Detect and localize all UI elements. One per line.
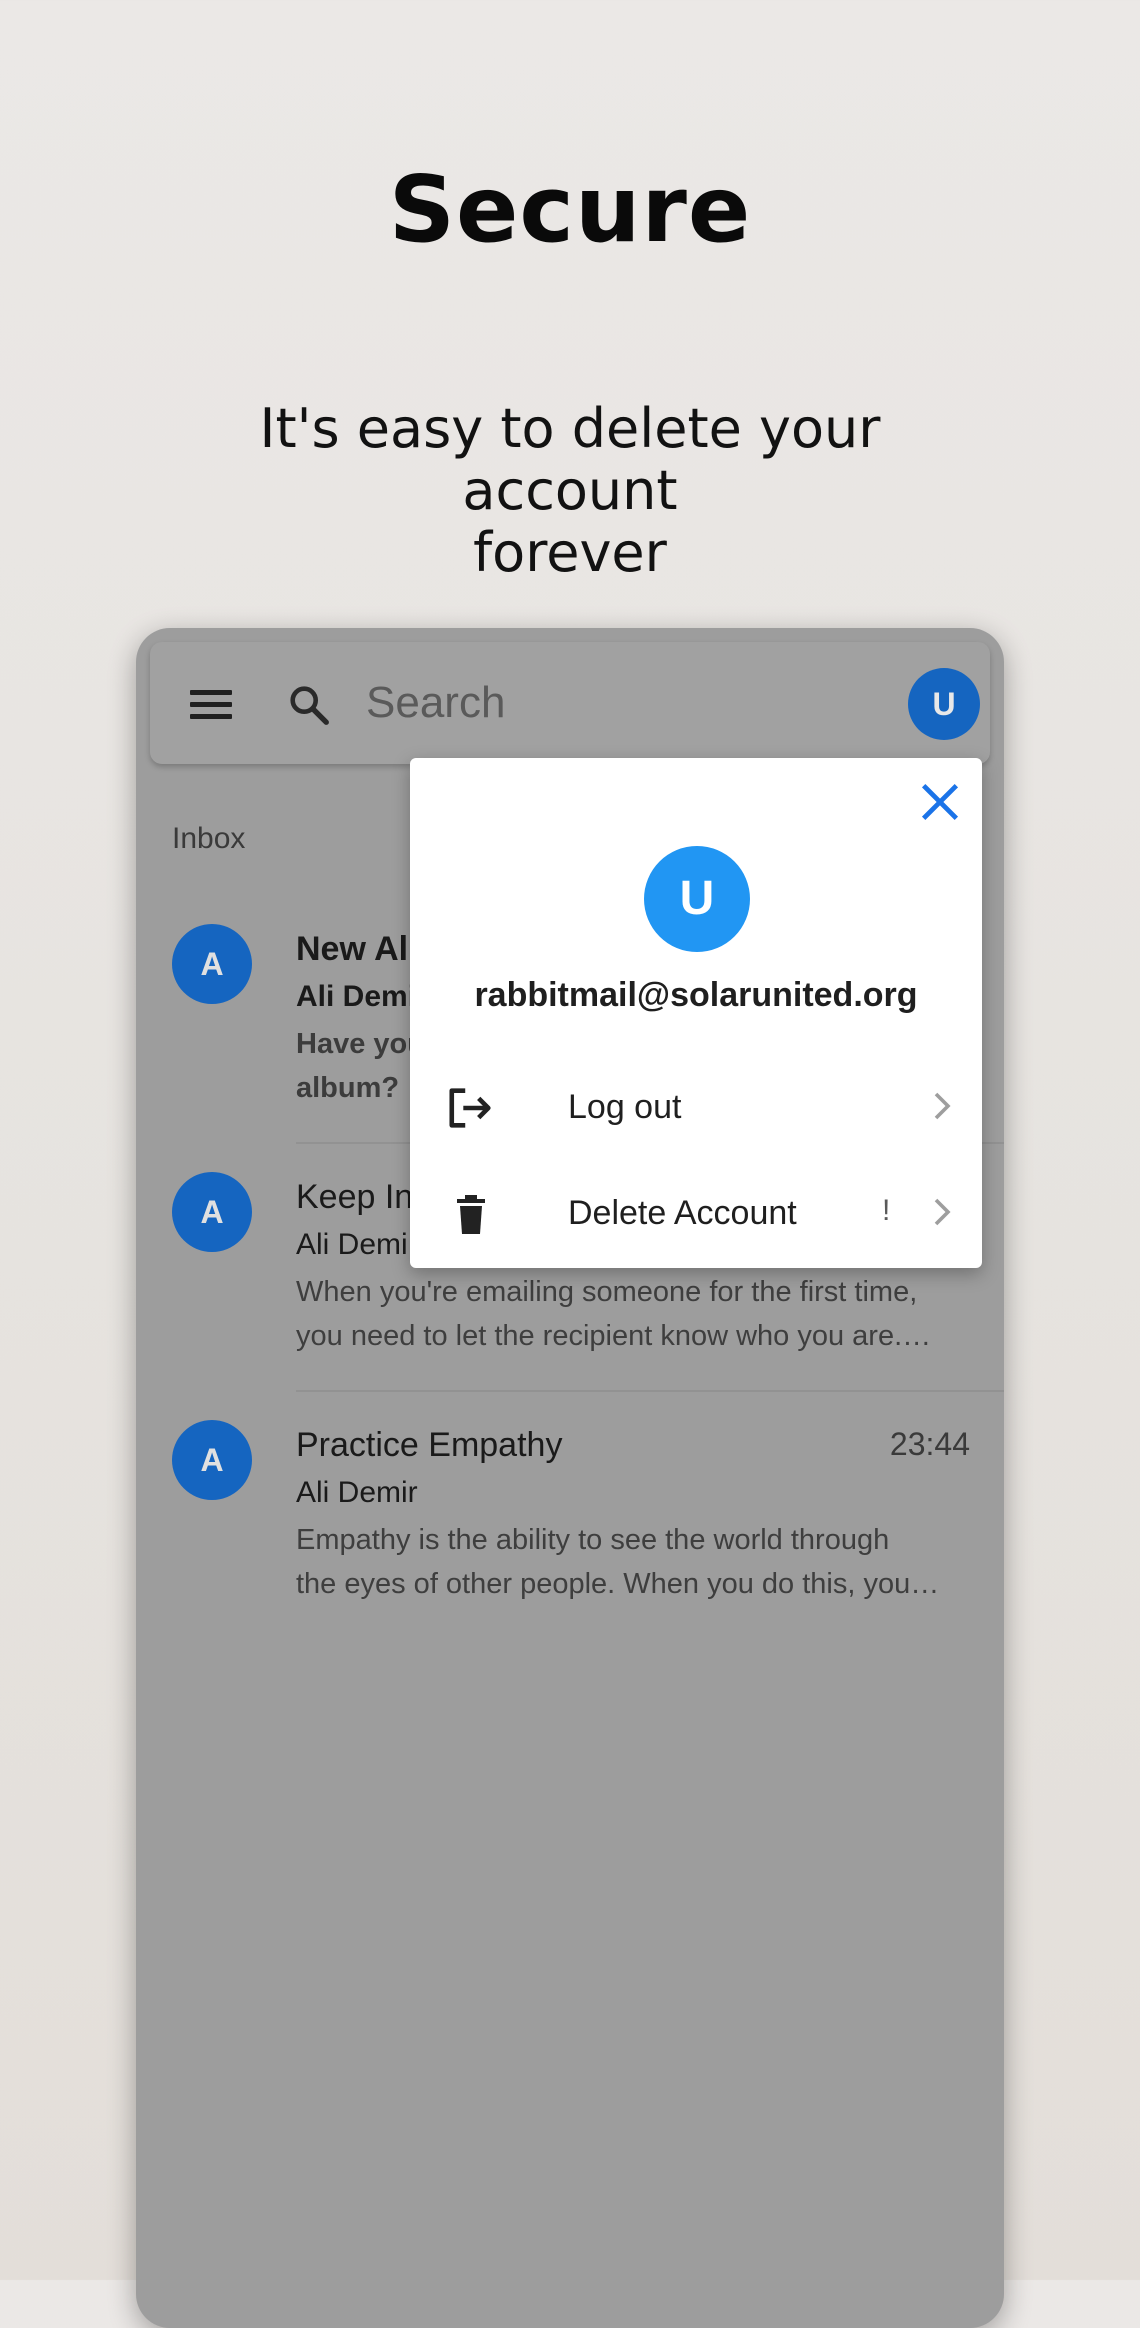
- list-divider: [296, 1390, 1004, 1392]
- sender-avatar: A: [172, 1172, 252, 1252]
- search-bar[interactable]: Search U: [150, 642, 990, 764]
- email-preview-line: you need to let the recipient know who y…: [296, 1320, 932, 1352]
- email-subject: New Al: [296, 930, 409, 968]
- search-input[interactable]: Search: [366, 678, 505, 728]
- logout-label: Log out: [568, 1088, 682, 1126]
- chevron-right-icon: [934, 1198, 951, 1226]
- email-preview: When you're emailing someone for the fir…: [296, 1270, 976, 1358]
- email-preview: Empathy is the ability to see the world …: [296, 1518, 976, 1606]
- warning-icon: !: [882, 1194, 891, 1227]
- email-preview-line: the eyes of other people. When you do th…: [296, 1568, 940, 1600]
- email-list-item[interactable]: A Practice Empathy 23:44 Ali Demir Empat…: [136, 1420, 1004, 1668]
- logout-icon: [449, 1088, 491, 1128]
- hamburger-menu-icon[interactable]: [190, 690, 232, 720]
- promo-subtitle-line1: It's easy to delete your account: [259, 397, 881, 522]
- account-email: rabbitmail@solarunited.org: [474, 976, 918, 1014]
- promo-subtitle-line2: forever: [473, 521, 667, 584]
- trash-icon: [457, 1195, 485, 1234]
- email-preview-line: Empathy is the ability to see the world …: [296, 1524, 890, 1556]
- logout-button[interactable]: Log out: [410, 1058, 982, 1158]
- search-icon: [290, 686, 329, 725]
- email-preview-line: When you're emailing someone for the fir…: [296, 1276, 918, 1308]
- account-popup: U rabbitmail@solarunited.org Log out Del…: [410, 758, 982, 1268]
- popup-avatar: U: [644, 846, 750, 952]
- email-sender: Ali Demi: [296, 980, 417, 1013]
- delete-account-label: Delete Account: [568, 1194, 797, 1232]
- email-time: 23:44: [889, 1426, 970, 1462]
- promo-subtitle: It's easy to delete your account forever: [150, 398, 990, 584]
- sender-avatar: A: [172, 1420, 252, 1500]
- sender-avatar: A: [172, 924, 252, 1004]
- inbox-label: Inbox: [172, 822, 246, 855]
- close-icon[interactable]: [918, 780, 962, 824]
- delete-account-button[interactable]: Delete Account !: [410, 1164, 982, 1264]
- email-sender: Ali Demir: [296, 1476, 418, 1509]
- email-subject: Keep In: [296, 1178, 414, 1216]
- chevron-right-icon: [934, 1092, 951, 1120]
- account-avatar-button[interactable]: U: [908, 668, 980, 740]
- promo-title: Secure: [388, 156, 752, 263]
- email-sender: Ali Demi: [296, 1228, 408, 1261]
- email-subject: Practice Empathy: [296, 1426, 563, 1464]
